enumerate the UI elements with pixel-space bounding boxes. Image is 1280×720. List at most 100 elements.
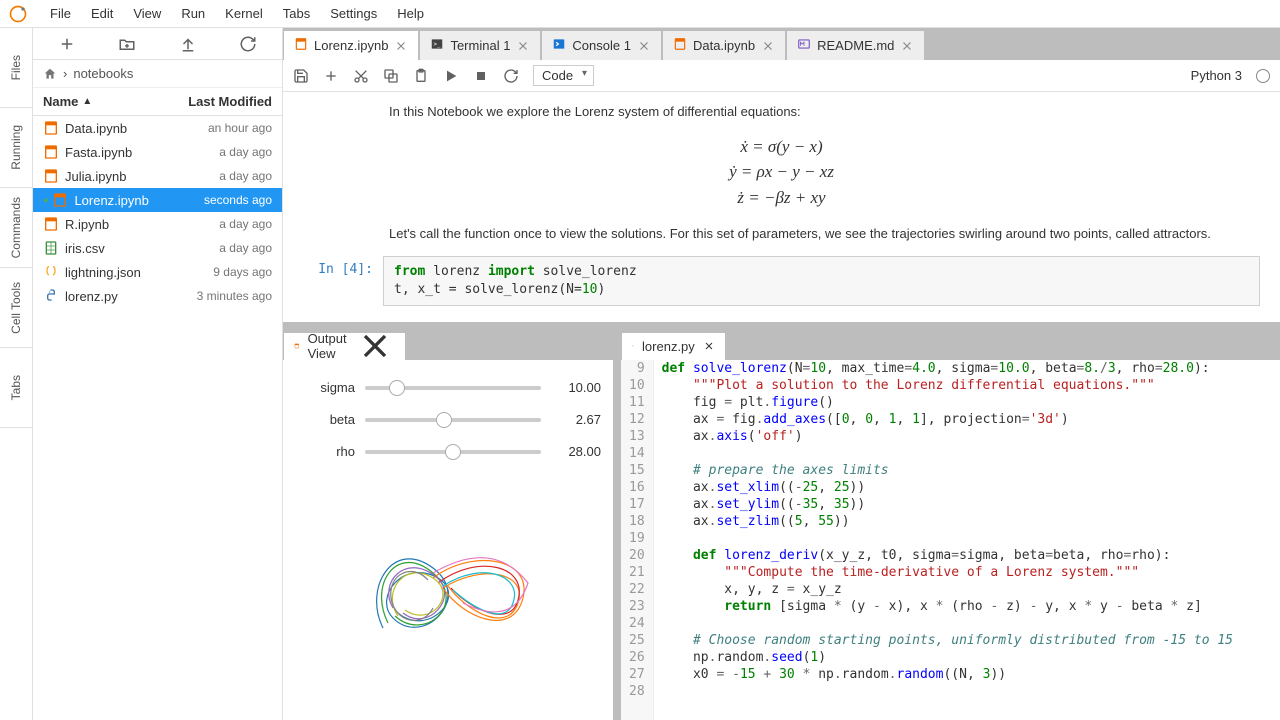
close-icon[interactable] [637, 39, 651, 53]
markdown-cell[interactable]: In this Notebook we explore the Lorenz s… [389, 102, 1260, 122]
tab-terminal-1[interactable]: >_Terminal 1 [419, 30, 541, 60]
menu-edit[interactable]: Edit [81, 2, 123, 25]
slider-sigma: sigma10.00 [295, 372, 601, 404]
menu-kernel[interactable]: Kernel [215, 2, 273, 25]
file-modified: 9 days ago [213, 265, 272, 279]
slider-track[interactable] [365, 450, 541, 454]
paste-icon[interactable] [413, 68, 429, 84]
save-icon[interactable] [293, 68, 309, 84]
file-modified: a day ago [219, 241, 272, 255]
menu-file[interactable]: File [40, 2, 81, 25]
add-cell-icon[interactable] [323, 68, 339, 84]
code-area[interactable]: def solve_lorenz(N=10, max_time=4.0, sig… [654, 360, 1241, 720]
file-item[interactable]: lorenz.py3 minutes ago [33, 284, 282, 308]
tab-console-1[interactable]: Console 1 [541, 30, 662, 60]
file-item[interactable]: Julia.ipynba day ago [33, 164, 282, 188]
slider-rho: rho28.00 [295, 436, 601, 468]
close-icon[interactable] [761, 39, 775, 53]
close-icon[interactable] [900, 39, 914, 53]
close-icon[interactable] [703, 340, 715, 352]
tab-lorenz-py[interactable]: lorenz.py [621, 332, 726, 360]
new-folder-icon[interactable] [118, 35, 136, 53]
prompt: In [4]: [303, 256, 383, 306]
tab-label: lorenz.py [642, 339, 695, 354]
sidebar-tab-commands[interactable]: Commands [0, 188, 32, 268]
home-icon[interactable] [43, 67, 57, 81]
cons-icon [552, 37, 566, 54]
file-name: iris.csv [65, 241, 105, 256]
slider-value: 2.67 [551, 412, 601, 427]
cell-type-select[interactable]: Code [533, 65, 594, 86]
tab-output-view[interactable]: Output View [283, 332, 406, 360]
menu-settings[interactable]: Settings [320, 2, 387, 25]
tab-data-ipynb[interactable]: Data.ipynb [662, 30, 786, 60]
file-browser: › notebooks Name ▲ Last Modified Data.ip… [33, 28, 283, 720]
sort-by-modified[interactable]: Last Modified [188, 94, 272, 109]
tab-label: Lorenz.ipynb [314, 38, 388, 53]
slider-track[interactable] [365, 418, 541, 422]
file-name: Lorenz.ipynb [74, 193, 148, 208]
tab-label: Data.ipynb [693, 38, 755, 53]
menu-help[interactable]: Help [387, 2, 434, 25]
file-modified: an hour ago [208, 121, 272, 135]
jupyter-logo [8, 4, 28, 24]
sidebar-tab-strip: FilesRunningCommandsCell ToolsTabs [0, 28, 33, 720]
file-modified: a day ago [219, 217, 272, 231]
slider-track[interactable] [365, 386, 541, 390]
tab-label: Output View [308, 331, 347, 361]
file-item[interactable]: R.ipynba day ago [33, 212, 282, 236]
python-icon [632, 339, 634, 353]
file-item[interactable]: iris.csv a day ago [33, 236, 282, 260]
slider-value: 10.00 [551, 380, 601, 395]
json-icon [43, 264, 59, 280]
sort-by-name[interactable]: Name ▲ [43, 94, 92, 109]
slider-thumb[interactable] [389, 380, 405, 396]
refresh-icon[interactable] [239, 35, 257, 53]
file-list: Data.ipynb an hour ago Fasta.ipynba day ag… [33, 116, 282, 720]
restart-icon[interactable] [503, 68, 519, 84]
file-item[interactable]: ●Lorenz.ipynbseconds ago [33, 188, 282, 212]
close-icon[interactable] [516, 39, 530, 53]
code-input[interactable]: from lorenz import solve_lorenzt, x_t = … [383, 256, 1260, 306]
file-name: lightning.json [65, 265, 141, 280]
new-launcher-icon[interactable] [58, 35, 76, 53]
line-gutter: 910111213141516171819202122232425262728 [621, 360, 654, 720]
term-icon: >_ [430, 37, 444, 54]
close-icon[interactable] [394, 39, 408, 53]
tab-lorenz-ipynb[interactable]: Lorenz.ipynb [283, 30, 419, 60]
menu-run[interactable]: Run [171, 2, 215, 25]
nb-icon [294, 37, 308, 54]
tab-readme-md[interactable]: README.md [786, 30, 925, 60]
nb-icon [43, 168, 59, 184]
file-name: Data.ipynb [65, 121, 127, 136]
code-cell[interactable]: In [4]: from lorenz import solve_lorenzt… [303, 256, 1260, 306]
breadcrumb-item[interactable]: notebooks [73, 66, 133, 81]
sidebar-tab-files[interactable]: Files [0, 28, 32, 108]
menu-view[interactable]: View [123, 2, 171, 25]
tab-label: Console 1 [572, 38, 631, 53]
sidebar-tab-running[interactable]: Running [0, 108, 32, 188]
run-icon[interactable] [443, 68, 459, 84]
markdown-cell[interactable]: Let's call the function once to view the… [389, 224, 1260, 244]
cut-icon[interactable] [353, 68, 369, 84]
breadcrumb[interactable]: › notebooks [33, 60, 282, 88]
notebook-content: In this Notebook we explore the Lorenz s… [283, 92, 1280, 322]
sidebar-tab-tabs[interactable]: Tabs [0, 348, 32, 428]
stop-icon[interactable] [473, 68, 489, 84]
md-icon [797, 37, 811, 54]
file-item[interactable]: Data.ipynb an hour ago [33, 116, 282, 140]
slider-thumb[interactable] [436, 412, 452, 428]
file-item[interactable]: Fasta.ipynba day ago [33, 140, 282, 164]
main-tabbar: Lorenz.ipynb >_Terminal 1 Console 1 Data.ip… [283, 28, 1280, 60]
slider-thumb[interactable] [445, 444, 461, 460]
copy-icon[interactable] [383, 68, 399, 84]
menu-tabs[interactable]: Tabs [273, 2, 320, 25]
equations: ẋ = σ(y − x) ẏ = ρx − y − xz ż = −βz + x… [303, 134, 1260, 211]
kernel-name[interactable]: Python 3 [1191, 68, 1242, 83]
notebook-icon [294, 339, 300, 353]
code-editor[interactable]: 910111213141516171819202122232425262728 … [621, 360, 1280, 720]
sidebar-tab-cell-tools[interactable]: Cell Tools [0, 268, 32, 348]
upload-icon[interactable] [179, 35, 197, 53]
output-view-panel: Output View sigma10.00beta2.67rho28.00 [283, 330, 613, 720]
file-item[interactable]: lightning.json 9 days ago [33, 260, 282, 284]
